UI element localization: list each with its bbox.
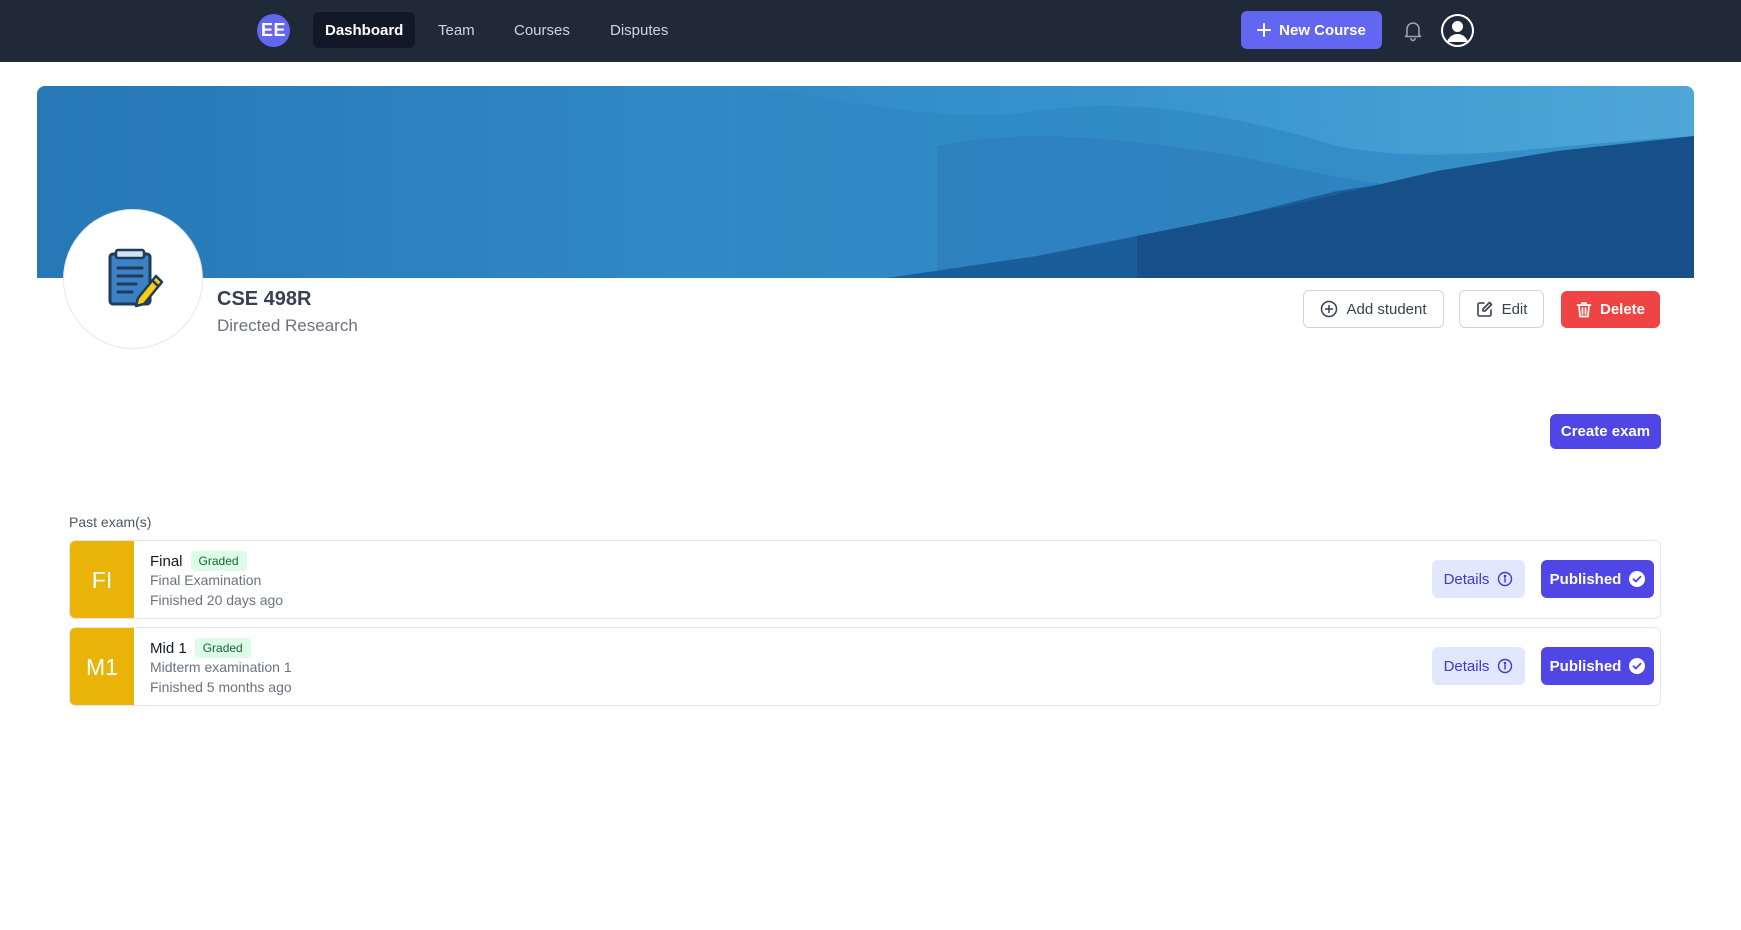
create-exam-button[interactable]: Create exam — [1550, 414, 1661, 449]
published-label: Published — [1549, 570, 1622, 588]
course-code: CSE 498R — [217, 288, 312, 310]
nav-link-courses[interactable]: Courses — [502, 12, 582, 48]
exam-finished-time: Finished 20 days ago — [150, 592, 284, 608]
plus-icon — [1257, 23, 1272, 37]
exam-initials-badge: M1 — [70, 628, 134, 705]
nav-link-team[interactable]: Team — [426, 12, 487, 48]
exam-finished-time: Finished 5 months ago — [150, 679, 292, 695]
edit-button[interactable]: Edit — [1459, 290, 1544, 328]
logo[interactable]: EE — [257, 14, 290, 47]
graded-badge: Graded — [190, 551, 247, 571]
course-banner — [37, 86, 1694, 278]
published-button[interactable]: Published — [1541, 647, 1654, 685]
delete-button[interactable]: Delete — [1561, 291, 1660, 328]
published-button[interactable]: Published — [1541, 560, 1654, 598]
plus-circle-icon — [1321, 300, 1338, 318]
details-button[interactable]: Details — [1432, 560, 1525, 598]
new-course-button[interactable]: New Course — [1241, 11, 1382, 49]
delete-label: Delete — [1599, 301, 1646, 318]
exam-title: Final — [150, 552, 183, 570]
add-student-label: Add student — [1346, 300, 1427, 318]
exam-description: Final Examination — [150, 572, 262, 588]
trash-icon — [1576, 302, 1592, 318]
exam-description: Midterm examination 1 — [150, 659, 292, 675]
bell-icon[interactable] — [1401, 18, 1425, 42]
details-label: Details — [1443, 570, 1490, 588]
check-circle-icon — [1629, 571, 1646, 587]
document-pencil-icon — [108, 248, 164, 308]
new-course-label: New Course — [1279, 21, 1366, 39]
published-label: Published — [1549, 657, 1622, 675]
nav-link-disputes[interactable]: Disputes — [598, 12, 680, 48]
exam-initials-badge: FI — [70, 541, 134, 618]
exam-title: Mid 1 — [150, 639, 187, 657]
past-exams-heading: Past exam(s) — [69, 514, 152, 530]
details-button[interactable]: Details — [1432, 647, 1525, 685]
user-avatar[interactable] — [1441, 14, 1474, 47]
top-navbar: EE Dashboard Team Courses Disputes New C… — [0, 0, 1741, 62]
graded-badge: Graded — [194, 638, 251, 658]
course-icon-avatar — [64, 210, 202, 348]
exam-title-line: Final Graded — [150, 551, 247, 571]
nav-link-dashboard[interactable]: Dashboard — [313, 12, 416, 48]
edit-label: Edit — [1501, 300, 1528, 318]
details-label: Details — [1443, 657, 1490, 675]
exam-row: M1 Mid 1 Graded Midterm examination 1 Fi… — [69, 627, 1661, 706]
info-icon — [1498, 658, 1513, 674]
course-name: Directed Research — [217, 316, 358, 335]
edit-icon — [1476, 301, 1492, 317]
exam-row: FI Final Graded Final Examination Finish… — [69, 540, 1661, 619]
info-icon — [1498, 571, 1513, 587]
exam-title-line: Mid 1 Graded — [150, 638, 251, 658]
check-circle-icon — [1629, 658, 1646, 674]
add-student-button[interactable]: Add student — [1303, 290, 1444, 328]
